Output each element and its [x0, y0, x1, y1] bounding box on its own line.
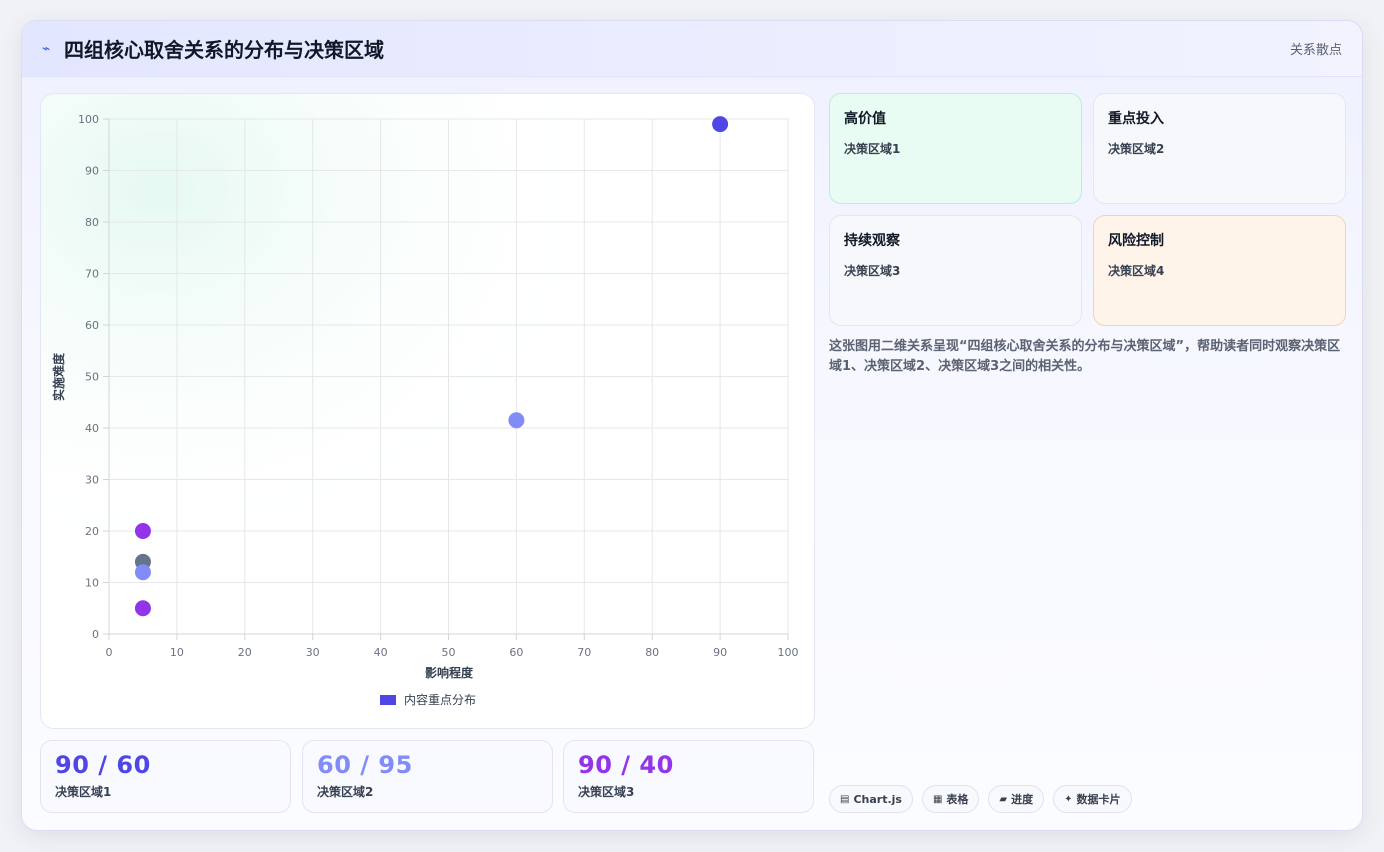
chip-label: 表格 — [946, 793, 969, 806]
chip-chartjs[interactable]: ▤ Chart.js — [829, 785, 913, 813]
quadrant-title: 高价值 — [844, 111, 886, 127]
main-card: ⌁ 四组核心取舍关系的分布与决策区域 关系散点 0 10 20 30 40 50 60 70 8… — [21, 20, 1363, 831]
quadrant-subtitle: 决策区域3 — [844, 264, 901, 278]
stat-card-2: 60 / 95 决策区域2 — [302, 740, 553, 813]
scatter-point[interactable] — [134, 564, 151, 581]
stat-value: 90 / 40 — [578, 751, 674, 779]
y-tick-label: 60 — [85, 319, 99, 332]
chart-type-tag: 关系散点 — [1289, 43, 1342, 58]
progress-icon: ▰ — [999, 793, 1008, 805]
stat-label: 决策区域3 — [578, 785, 635, 799]
x-tick-label: 50 — [442, 646, 456, 659]
table-icon: ▦ — [932, 793, 943, 805]
chip-label: Chart.js — [853, 792, 902, 806]
y-tick-label: 50 — [85, 371, 99, 384]
y-tick-label: 0 — [92, 628, 99, 641]
scatter-point[interactable] — [508, 412, 525, 429]
y-tick-label: 80 — [85, 216, 99, 229]
legend-label: 内容重点分布 — [404, 692, 476, 707]
x-tick-label: 90 — [713, 646, 727, 659]
x-tick-label: 10 — [170, 646, 184, 659]
stat-card-3: 90 / 40 决策区域3 — [563, 740, 814, 813]
y-tick-label: 70 — [85, 268, 99, 281]
quadrant-title: 持续观察 — [844, 233, 900, 249]
y-tick-label: 30 — [85, 474, 99, 487]
stat-label: 决策区域2 — [317, 785, 374, 799]
chip-label: 数据卡片 — [1076, 793, 1121, 806]
chip-progress[interactable]: ▰ 进度 — [988, 785, 1045, 813]
x-tick-label: 70 — [577, 646, 591, 659]
bolt-icon: ⌁ — [42, 40, 51, 57]
quadrant-card-risk-control: 风险控制 决策区域4 — [1093, 215, 1346, 326]
y-tick-label: 40 — [85, 422, 99, 435]
x-tick-label: 20 — [238, 646, 252, 659]
x-tick-label: 0 — [106, 646, 113, 659]
chip-table[interactable]: ▦ 表格 — [921, 785, 980, 813]
x-tick-label: 60 — [509, 646, 523, 659]
quadrant-card-focus-invest: 重点投入 决策区域2 — [1093, 93, 1346, 204]
quadrant-subtitle: 决策区域1 — [844, 142, 901, 156]
stat-label: 决策区域1 — [55, 785, 112, 799]
x-tick-label: 40 — [374, 646, 388, 659]
scatter-chart-panel: 0 10 20 30 40 50 60 70 80 90 100 0 10 20 30 40 50 60 70 80 9… — [40, 93, 815, 729]
quadrant-card-observe: 持续观察 决策区域3 — [829, 215, 1082, 326]
scatter-point[interactable] — [134, 523, 151, 539]
chip-label: 进度 — [1011, 793, 1034, 806]
y-tick-label: 20 — [85, 525, 99, 538]
legend-swatch — [380, 695, 396, 705]
feature-chips: ▤ Chart.js ▦ 表格 ▰ 进度 ✦ 数据卡片 — [829, 785, 1132, 813]
scatter-point[interactable] — [134, 600, 151, 617]
quadrant-card-high-value: 高价值 决策区域1 — [829, 93, 1082, 204]
y-tick-label: 100 — [78, 113, 99, 126]
quadrant-title: 风险控制 — [1108, 233, 1164, 249]
quadrant-subtitle: 决策区域2 — [1108, 142, 1165, 156]
scatter-chart: 0 10 20 30 40 50 60 70 80 90 100 0 10 20 30 40 50 60 70 80 9… — [41, 94, 814, 728]
y-tick-label: 10 — [85, 577, 99, 590]
x-tick-label: 80 — [645, 646, 659, 659]
card-header: ⌁ 四组核心取舍关系的分布与决策区域 关系散点 — [22, 21, 1362, 77]
x-tick-label: 100 — [778, 646, 799, 659]
stat-value: 60 / 95 — [317, 751, 413, 779]
quadrant-subtitle: 决策区域4 — [1108, 264, 1165, 278]
sparkle-icon: ✦ — [1064, 793, 1073, 805]
scatter-point[interactable] — [712, 116, 729, 133]
x-axis-label: 影响程度 — [425, 665, 474, 680]
page-title: 四组核心取舍关系的分布与决策区域 — [64, 38, 384, 62]
y-axis-label: 实施难度 — [51, 352, 66, 401]
stat-value: 90 / 60 — [55, 751, 151, 779]
chart-description: 这张图用二维关系呈现“四组核心取舍关系的分布与决策区域”，帮助读者同时观察决策区… — [829, 339, 1341, 374]
stat-card-1: 90 / 60 决策区域1 — [40, 740, 291, 813]
x-tick-label: 30 — [306, 646, 320, 659]
y-tick-label: 90 — [85, 165, 99, 178]
quadrant-title: 重点投入 — [1108, 111, 1164, 127]
chart-icon: ▤ — [840, 793, 850, 805]
chip-data-cards[interactable]: ✦ 数据卡片 — [1053, 785, 1132, 813]
